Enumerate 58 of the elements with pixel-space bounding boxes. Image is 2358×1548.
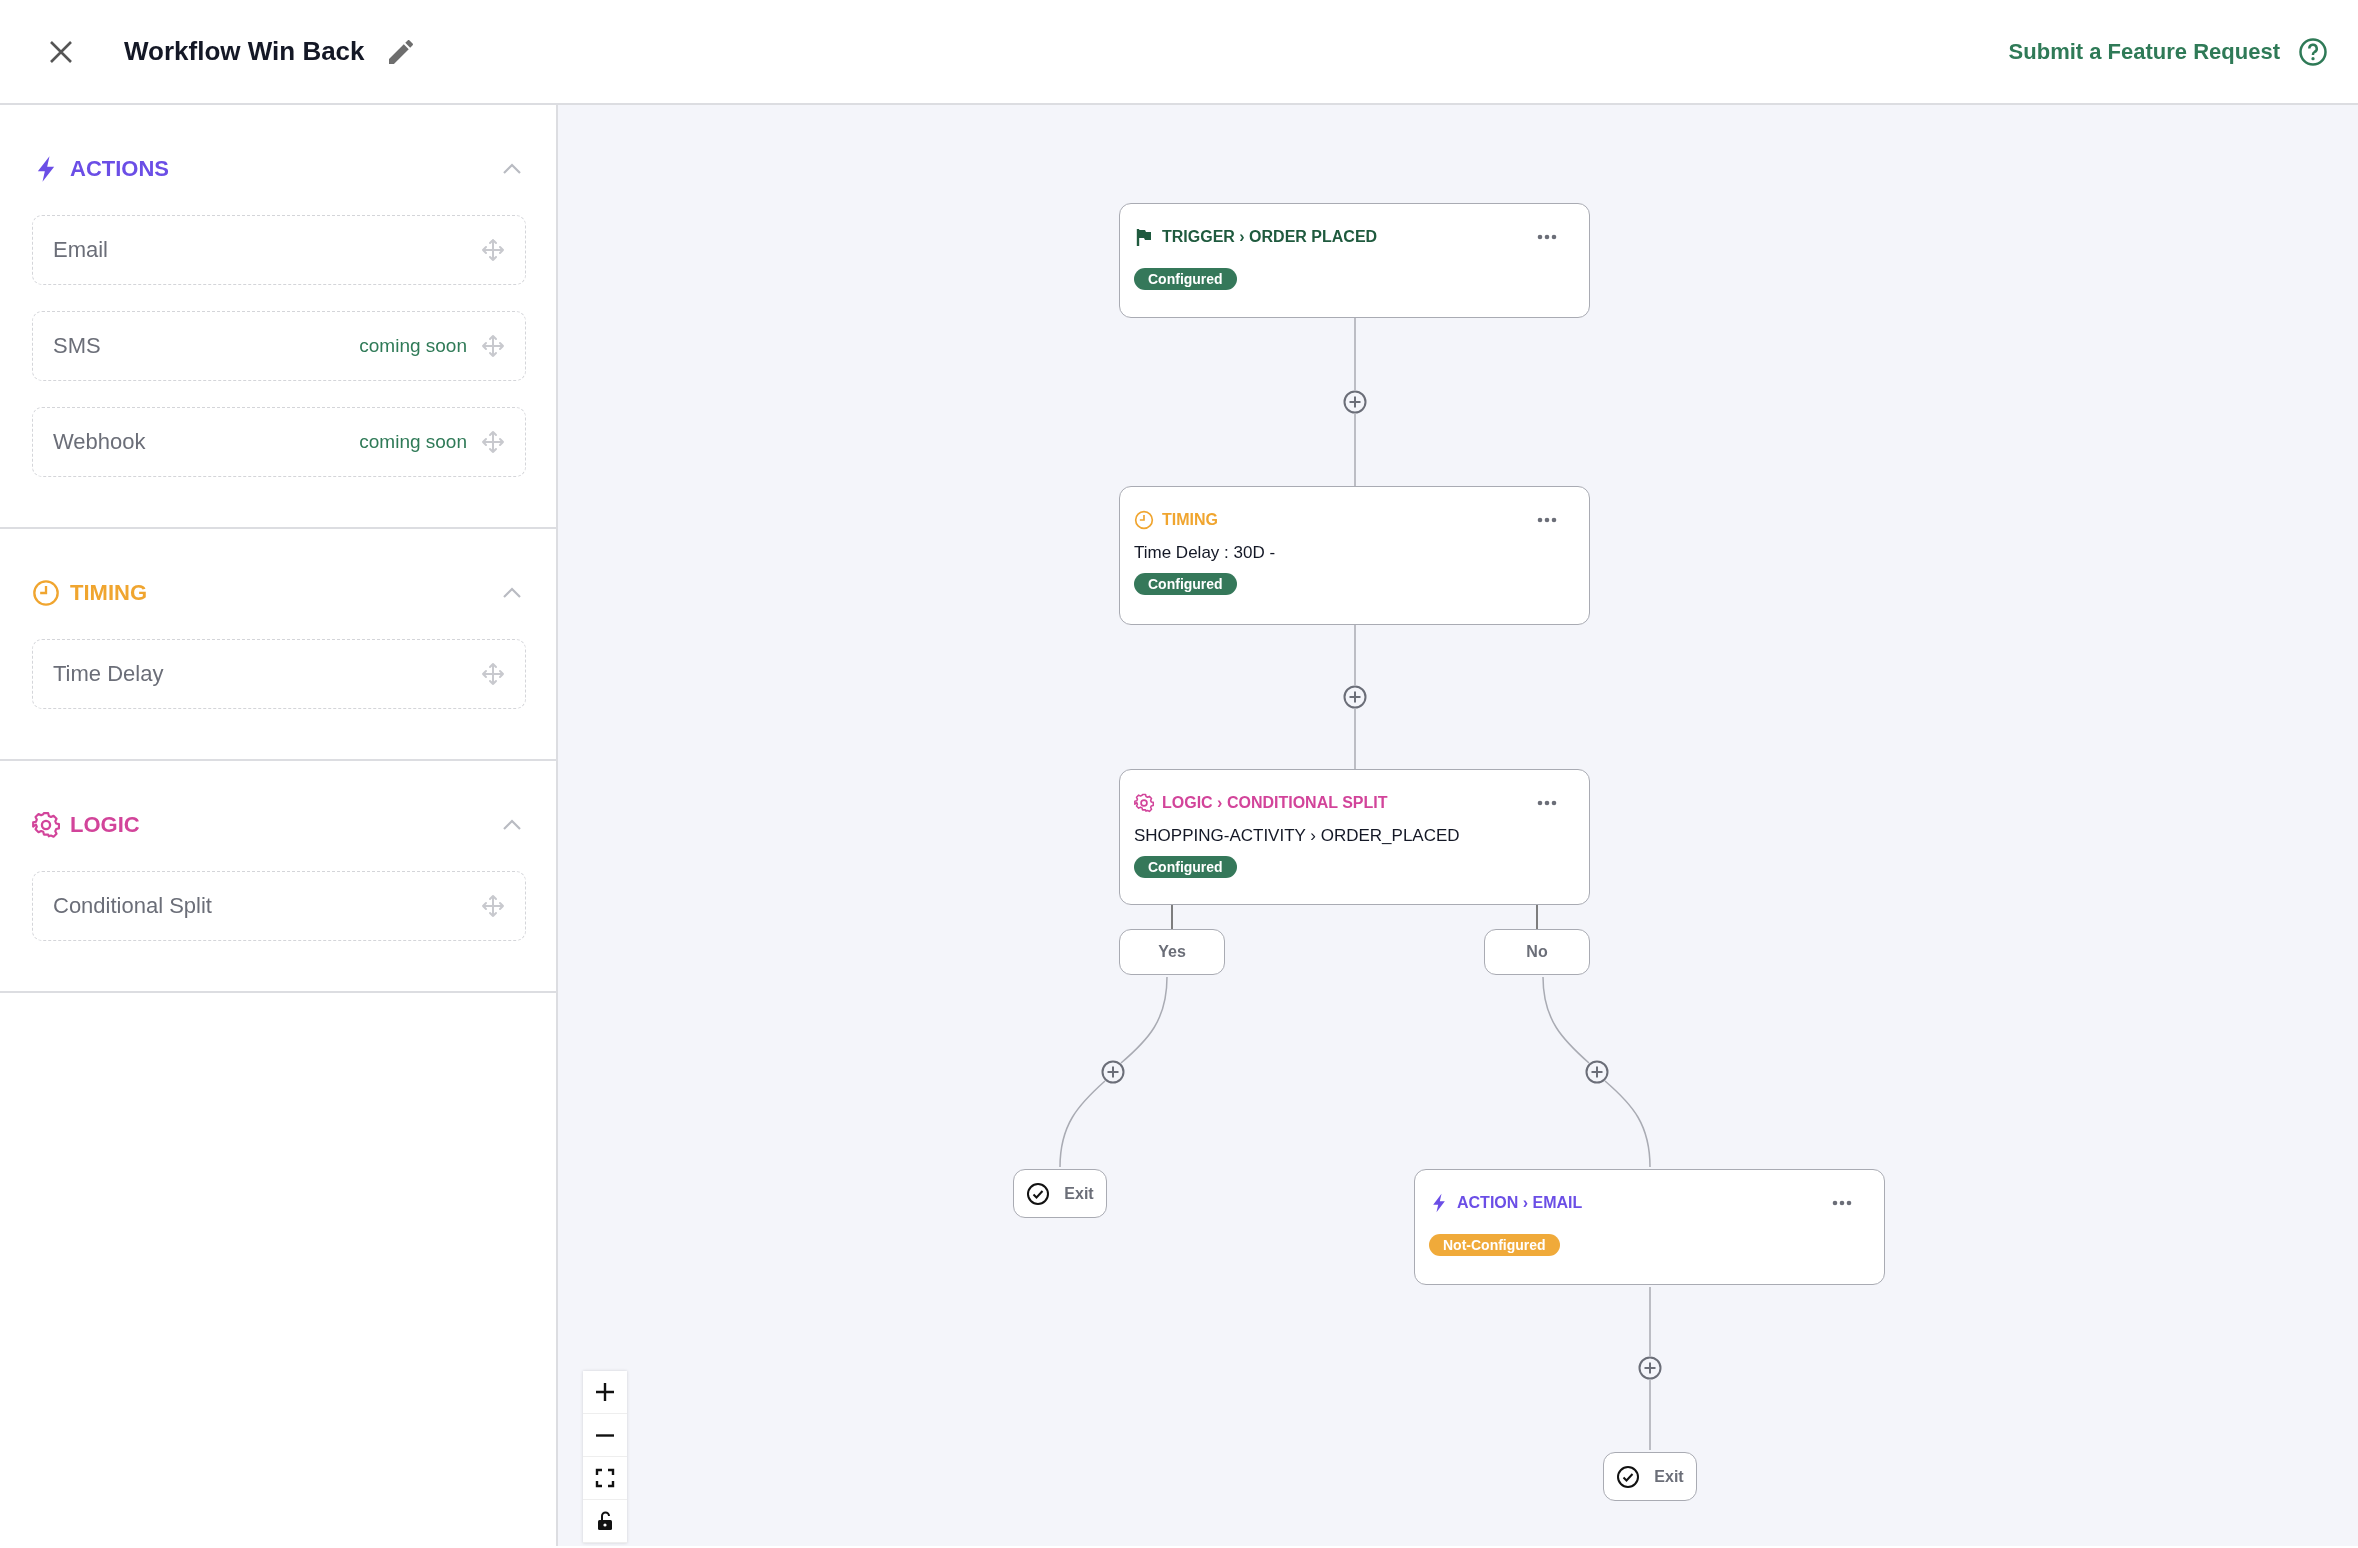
minus-icon: [595, 1433, 615, 1437]
draggable-item[interactable]: Webhook coming soon: [32, 407, 526, 477]
check-circle-icon: [1026, 1181, 1051, 1206]
more-icon[interactable]: [1832, 1200, 1852, 1206]
move-icon: [481, 238, 505, 262]
status-badge: Not-Configured: [1429, 1234, 1560, 1256]
add-step-button[interactable]: [1101, 1060, 1125, 1084]
move-icon: [481, 334, 505, 358]
branch-label: No: [1484, 929, 1590, 975]
zoom-in-button[interactable]: [583, 1371, 627, 1414]
move-icon: [481, 662, 505, 686]
corners-icon: [595, 1468, 615, 1488]
branch-label: Yes: [1119, 929, 1225, 975]
feature-request-link[interactable]: Submit a Feature Request: [2008, 38, 2280, 65]
section-title: TIMING: [70, 580, 147, 606]
section-title: LOGIC: [70, 812, 140, 838]
status-badge: Configured: [1134, 268, 1237, 290]
node-detail: Time Delay : 30D -: [1134, 543, 1276, 563]
add-step-button[interactable]: [1343, 390, 1367, 414]
draggable-item[interactable]: Email: [32, 215, 526, 285]
lock-icon: [596, 1511, 614, 1531]
gear-icon: [1134, 793, 1154, 813]
node-title: LOGIC › CONDITIONAL SPLIT: [1162, 794, 1388, 812]
draggable-item[interactable]: Conditional Split: [32, 871, 526, 941]
workflow-node[interactable]: TIMING Time Delay : 30D - Configured: [1119, 486, 1590, 625]
add-step-button[interactable]: [1343, 685, 1367, 709]
move-icon: [481, 430, 505, 454]
more-icon[interactable]: [1537, 800, 1557, 806]
draggable-item[interactable]: Time Delay: [32, 639, 526, 709]
more-icon[interactable]: [1537, 234, 1557, 240]
more-icon[interactable]: [1537, 517, 1557, 523]
section-title: ACTIONS: [70, 156, 169, 182]
exit-label: Exit: [1654, 1467, 1684, 1486]
status-badge: Configured: [1134, 573, 1237, 595]
exit-label: Exit: [1064, 1184, 1094, 1203]
workflow-node[interactable]: LOGIC › CONDITIONAL SPLIT SHOPPING-ACTIVITY › ORDER_PLACED Configured: [1119, 769, 1590, 905]
fit-view-button[interactable]: [583, 1457, 627, 1500]
zoom-out-button[interactable]: [583, 1414, 627, 1457]
clock-icon: [32, 579, 60, 607]
plus-icon: [594, 1381, 616, 1403]
add-step-button[interactable]: [1585, 1060, 1609, 1084]
move-icon: [481, 894, 505, 918]
help-icon[interactable]: [2298, 36, 2328, 67]
node-title: ACTION › EMAIL: [1457, 1194, 1583, 1212]
status-badge: Configured: [1134, 856, 1237, 878]
gear-icon: [32, 811, 60, 839]
node-title: TIMING: [1162, 511, 1218, 529]
check-circle-icon: [1616, 1464, 1641, 1489]
node-title: TRIGGER › ORDER PLACED: [1162, 228, 1378, 246]
clock-icon: [1134, 510, 1154, 530]
workflow-node[interactable]: TRIGGER › ORDER PLACED Configured: [1119, 203, 1590, 318]
add-step-button[interactable]: [1638, 1356, 1662, 1380]
node-detail: SHOPPING-ACTIVITY › ORDER_PLACED: [1134, 826, 1460, 846]
workflow-title: Workflow Win Back: [124, 36, 365, 67]
flag-icon: [1134, 227, 1154, 247]
draggable-item[interactable]: SMS coming soon: [32, 311, 526, 381]
workflow-node[interactable]: ACTION › EMAIL Not-Configured: [1414, 1169, 1885, 1285]
lock-button[interactable]: [583, 1500, 627, 1543]
